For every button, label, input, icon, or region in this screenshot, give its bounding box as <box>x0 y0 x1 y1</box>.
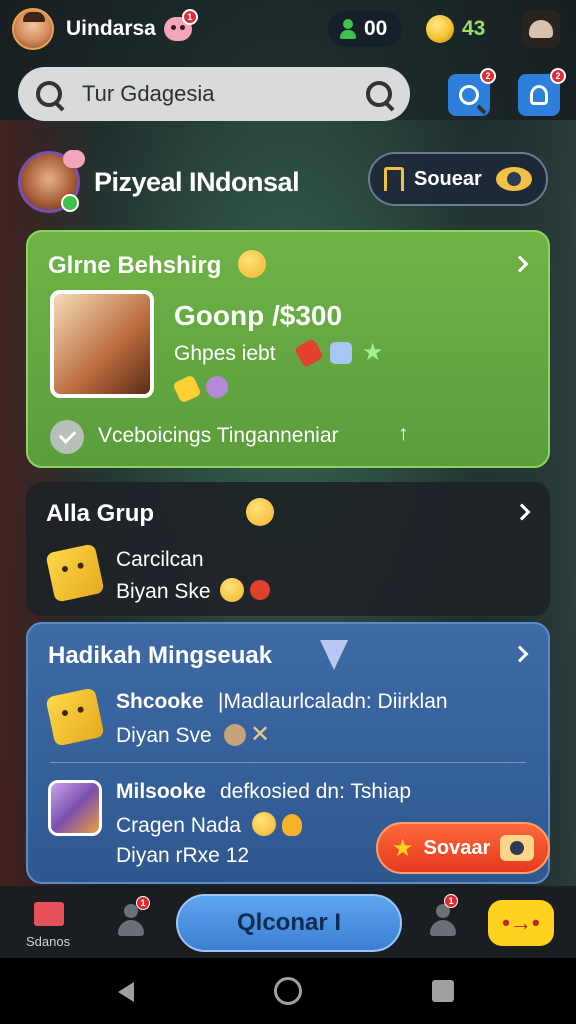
friends-counter[interactable]: 00 <box>328 11 402 47</box>
search-row: Tur Gdagesia 2 2 <box>18 66 566 122</box>
bell-icon <box>250 580 270 600</box>
profile-badge: 1 <box>136 896 150 910</box>
challenge-prize: Goonp /$300 <box>174 300 343 331</box>
smiley-icon <box>220 578 244 602</box>
search-icon <box>36 81 62 107</box>
cake-icon <box>206 376 228 398</box>
burst-icon: ★ <box>392 834 414 862</box>
home-circle-icon[interactable] <box>274 977 302 1005</box>
coin-counter[interactable]: 43 <box>414 11 500 47</box>
group-card[interactable]: Alla Grup Carcilcan Biyan Ske <box>26 482 550 616</box>
magnifier-icon <box>459 85 479 105</box>
item1-title-b: |Madlaurlcaladn: Diirklan <box>218 690 448 713</box>
item2-title-b: defkosied dn: Tshiap <box>220 780 412 803</box>
recents-icon[interactable] <box>432 980 454 1002</box>
arrow-up-icon: ↑ <box>398 422 409 445</box>
group-card-title: Alla Grup <box>46 500 155 527</box>
club-action-button[interactable]: Souear <box>368 152 548 206</box>
profile-icon[interactable]: 1 <box>116 896 150 938</box>
rocket-icon <box>293 337 325 369</box>
eye-icon <box>496 167 532 191</box>
person-icon <box>340 19 356 39</box>
search-value: Tur Gdagesia <box>82 81 215 106</box>
tornado-icon <box>320 640 348 670</box>
bottom-nav: Sdanos 1 Qlconar I 1 •→• <box>0 886 576 958</box>
club-avatar[interactable] <box>18 150 85 213</box>
challenge-footer: Vceboicings Tinganneniar <box>98 424 339 447</box>
chair-icon <box>384 167 404 191</box>
item1-title-a: Shcooke <box>116 690 204 713</box>
check-icon <box>50 420 84 454</box>
nav-main-label: Qlconar I <box>236 909 342 936</box>
activity-card-title: Hadikah Mingseuak <box>48 642 273 669</box>
medal-icon <box>282 814 302 836</box>
smiley-icon <box>246 498 274 526</box>
tools-icon <box>224 724 246 746</box>
chevron-right-icon[interactable] <box>513 503 531 521</box>
item2-title-a: Milsooke <box>116 780 206 803</box>
home-icon <box>34 902 64 926</box>
top-bar: Uindarsa 1 00 43 <box>0 0 576 58</box>
club-header: Pizyeal INdonsal Souear <box>18 144 558 220</box>
nav-main-button[interactable]: Qlconar I <box>176 894 402 952</box>
item2-line2: Cragen Nada <box>116 814 241 837</box>
chevron-right-icon[interactable] <box>511 255 529 273</box>
club-mascot-icon <box>63 150 85 168</box>
system-nav-bar <box>0 958 576 1024</box>
nav-home-label: Sdanos <box>26 934 71 949</box>
mascot-icon[interactable]: 1 <box>163 9 198 41</box>
more-button[interactable]: •→• <box>488 900 554 946</box>
more-icon: •→• <box>502 910 540 935</box>
coin-count: 43 <box>462 17 486 40</box>
coin-icon <box>426 15 454 43</box>
club-action-label: Souear <box>414 167 482 190</box>
friends-icon[interactable]: 1 <box>428 894 458 938</box>
mascot-badge: 1 <box>181 9 198 25</box>
back-icon[interactable] <box>118 982 134 1002</box>
search-users-button[interactable]: 2 <box>448 68 496 116</box>
search-input[interactable]: Tur Gdagesia <box>18 67 410 121</box>
block-character-icon <box>45 687 105 747</box>
challenge-card[interactable]: Glrne Behshirg Goonp /$300 Ghpes iebt ★ … <box>26 230 550 468</box>
nav-home[interactable]: Sdanos <box>22 896 78 952</box>
friends-count: 00 <box>364 17 388 40</box>
friends-badge: 1 <box>444 894 458 908</box>
block-character-icon <box>45 543 105 603</box>
friend-requests-badge: 2 <box>550 68 566 84</box>
club-title: Pizyeal INdonsal <box>94 166 300 197</box>
star-icon: ★ <box>362 339 384 366</box>
settings-icon[interactable] <box>522 10 560 48</box>
item2-line3: Diyan rRxe 12 <box>116 844 250 867</box>
cross-icon: ✕ <box>250 721 271 748</box>
sovaar-label: Sovaar <box>423 836 491 859</box>
user-avatar[interactable] <box>12 8 54 50</box>
club-badge-icon <box>61 194 79 212</box>
search-submit-icon[interactable] <box>366 81 392 107</box>
item2-thumbnail <box>48 780 102 836</box>
sovaar-button[interactable]: ★ Sovaar <box>376 822 550 874</box>
divider <box>50 762 526 763</box>
burst-icon <box>172 374 202 404</box>
group-line1: Carcilcan <box>116 548 204 571</box>
chevron-right-icon[interactable] <box>511 645 529 663</box>
challenge-thumbnail <box>50 290 154 398</box>
smiley-icon <box>238 250 266 278</box>
gift-icon <box>330 342 352 364</box>
smiley-icon <box>252 812 276 836</box>
username: Uindarsa <box>66 17 156 40</box>
camera-icon <box>500 835 534 861</box>
item1-subtitle: Diyan Sve <box>116 724 212 747</box>
challenge-card-title: Glrne Behshirg <box>48 252 222 279</box>
friend-requests-button[interactable]: 2 <box>518 68 566 116</box>
user-icon <box>530 85 548 105</box>
challenge-subtitle: Ghpes iebt <box>174 342 276 365</box>
search-users-badge: 2 <box>480 68 496 84</box>
group-line2: Biyan Ske <box>116 580 211 603</box>
